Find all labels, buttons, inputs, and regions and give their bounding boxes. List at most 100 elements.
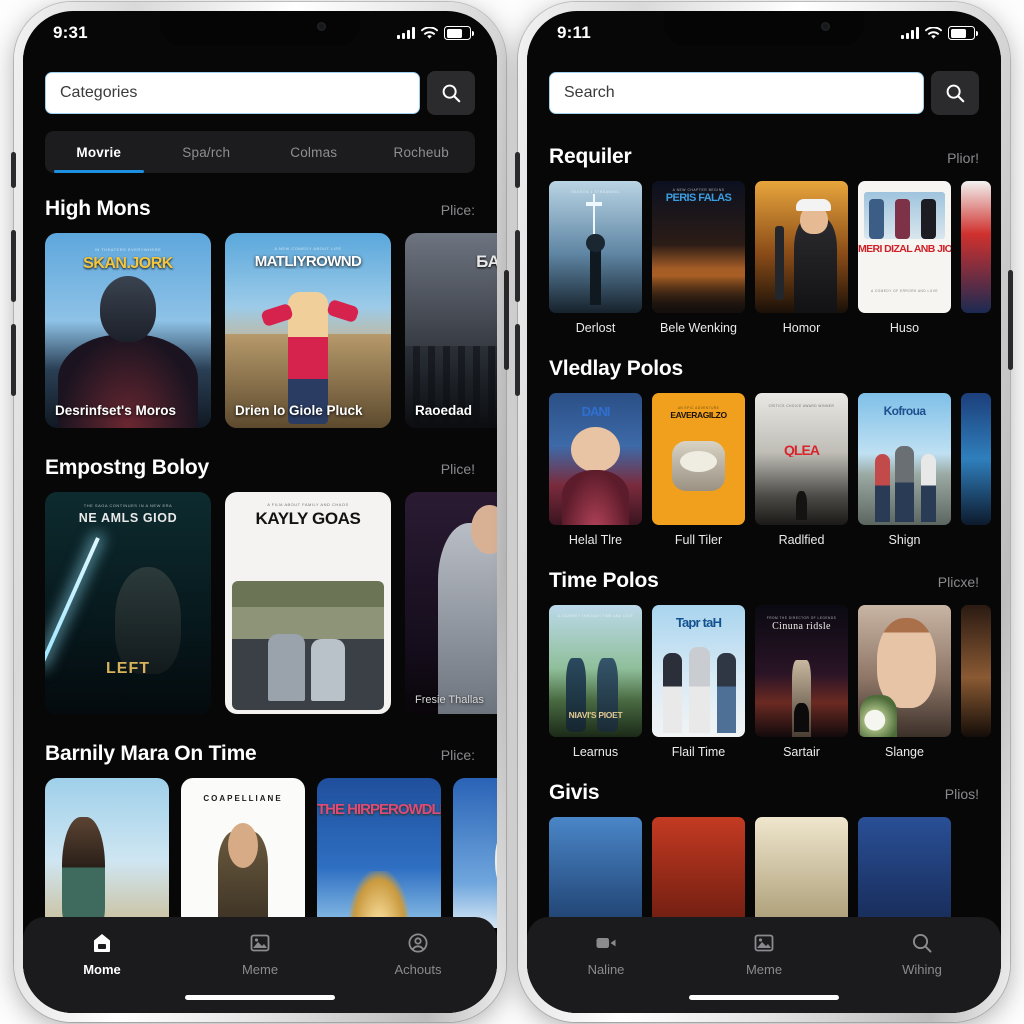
movie-label: Full Tiler <box>674 533 723 547</box>
wifi-icon <box>925 26 942 39</box>
poster-title: THE HIRPEROWDLES <box>317 802 441 817</box>
tab-search[interactable]: Spa/rch <box>153 131 261 173</box>
rail-vledlay-polos[interactable]: DANI Helal Tlre EAVERAGILZO AN EPIC ADVE… <box>527 393 1001 547</box>
poster-title: MERI DIZAL ANB JIONE <box>858 244 951 255</box>
volume-down-button-right[interactable] <box>515 324 520 396</box>
status-clock: 9:31 <box>53 23 88 42</box>
movie-card[interactable]: COAPELLIANE <box>181 778 305 928</box>
movie-card[interactable]: Fresie Thallas <box>405 492 497 714</box>
movie-card[interactable]: БА Raoedad <box>405 233 497 428</box>
movie-cell[interactable] <box>961 181 991 335</box>
silent-switch-right[interactable] <box>515 152 520 188</box>
movie-card[interactable]: THE HIRPEROWDLES <box>317 778 441 928</box>
tab-colmas[interactable]: Colmas <box>260 131 368 173</box>
section-header-givis: Givis Plios! <box>527 781 1001 805</box>
poster-title: Cinuna ridsle <box>772 622 831 633</box>
tabbar-item-mome[interactable]: Mome <box>23 931 181 977</box>
tabbar-label: Achouts <box>394 962 442 977</box>
image-icon <box>247 931 273 955</box>
rail-empostng-boloy[interactable]: NE AMLS GIOD LEFT THE SAGA CONTINUES IN … <box>23 492 497 714</box>
section-header-requiler: Requiler Plior! <box>527 145 1001 169</box>
section-header-vledlay-polos: Vledlay Polos <box>527 357 1001 381</box>
movie-cell[interactable]: DANI Helal Tlre <box>549 393 642 547</box>
volume-up-button-right[interactable] <box>515 230 520 302</box>
status-bar-left: 9:31 <box>23 11 497 55</box>
section-more-link[interactable]: Plios! <box>945 786 979 802</box>
poster-title: EAVERAGILZO <box>670 411 727 420</box>
movie-cell[interactable] <box>961 393 991 547</box>
search-row-right: Search <box>527 55 1001 115</box>
power-button-right[interactable] <box>1008 270 1013 370</box>
section-more-link[interactable]: Plice: <box>441 202 475 218</box>
movie-cell[interactable]: NIAVI'S PIOET A JOURNEY THROUGH TIME AND… <box>549 605 642 759</box>
tabbar-item-naline[interactable]: Naline <box>527 931 685 977</box>
movie-card[interactable]: MATLIYROWND A NEW COMEDY ABOUT LIFE Drie… <box>225 233 391 428</box>
tabbar-item-achouts[interactable]: Achouts <box>339 931 497 977</box>
section-title: Vledlay Polos <box>549 357 683 380</box>
poster-title: MATLIYROWND <box>254 254 362 270</box>
movie-cell[interactable]: QLEA CRITICS CHOICE AWARD WINNER Radlfie… <box>755 393 848 547</box>
rail-time-polos[interactable]: NIAVI'S PIOET A JOURNEY THROUGH TIME AND… <box>527 605 1001 759</box>
movie-cell[interactable]: Kofroua Shign <box>858 393 951 547</box>
phone-left: 9:31 Categories Movrie Spa/rch Colmas Ro… <box>11 2 509 1022</box>
volume-up-button-left[interactable] <box>11 230 16 302</box>
home-indicator-right[interactable] <box>689 994 839 1000</box>
movie-label: Huso <box>889 321 920 335</box>
phone-right: 9:11 Search Requiler Plior! SEASON 1 STR… <box>515 2 1013 1022</box>
search-button[interactable] <box>427 71 475 115</box>
power-button-left[interactable] <box>504 270 509 370</box>
tabbar-item-meme[interactable]: Meme <box>685 931 843 977</box>
movie-caption: Drien lo Giole Pluck <box>235 403 363 418</box>
section-more-link[interactable]: Plior! <box>947 150 979 166</box>
movie-card[interactable] <box>45 778 169 928</box>
signal-bars-icon <box>397 27 415 39</box>
movie-cell[interactable]: SEASON 1 STREAMING Derlost <box>549 181 642 335</box>
poster-title: Tapr taH <box>675 615 722 629</box>
app-right: Search Requiler Plior! SEASON 1 STREAMIN… <box>527 55 1001 1013</box>
rail-high-mons[interactable]: SKAN.JORK IN THEATERS EVERYWHERE Desrinf… <box>23 233 497 428</box>
movie-label: Learnus <box>572 745 619 759</box>
movie-cell[interactable]: EAVERAGILZO AN EPIC ADVENTURE Full Tiler <box>652 393 745 547</box>
movie-cell[interactable]: Slange <box>858 605 951 759</box>
volume-down-button-left[interactable] <box>11 324 16 396</box>
status-clock: 9:11 <box>557 23 591 42</box>
poster-subtitle: LEFT <box>106 660 150 677</box>
movie-cell[interactable]: Tapr taH Flail Time <box>652 605 745 759</box>
movie-label: Sartair <box>783 745 820 759</box>
status-indicators <box>397 26 474 40</box>
search-input[interactable]: Categories <box>45 72 420 114</box>
section-title: Barnily Mara On Time <box>45 742 257 765</box>
movie-cell[interactable]: Cinuna ridsle FROM THE DIRECTOR OF LEGEN… <box>755 605 848 759</box>
rail-requiler[interactable]: SEASON 1 STREAMING Derlost PERIS FALAS A… <box>527 181 1001 335</box>
screen-right: 9:11 Search Requiler Plior! SEASON 1 STR… <box>527 11 1001 1013</box>
poster-title: NIAVI'S PIOET <box>568 710 623 720</box>
poster-title: БА <box>476 252 497 270</box>
tab-movrie[interactable]: Movrie <box>45 131 153 173</box>
movie-card[interactable]: NE AMLS GIOD LEFT THE SAGA CONTINUES IN … <box>45 492 211 714</box>
category-tabs[interactable]: Movrie Spa/rch Colmas Rocheub <box>45 131 475 173</box>
search-button[interactable] <box>931 71 979 115</box>
silent-switch-left[interactable] <box>11 152 16 188</box>
screenshot-canvas: 9:31 Categories Movrie Spa/rch Colmas Ro… <box>0 0 1024 1024</box>
movie-card[interactable]: SKAN.JORK IN THEATERS EVERYWHERE Desrinf… <box>45 233 211 428</box>
movie-cell[interactable]: MERI DIZAL ANB JIONE A COMEDY OF ERRORS … <box>858 181 951 335</box>
movie-cell[interactable]: Homor <box>755 181 848 335</box>
movie-card[interactable] <box>453 778 497 928</box>
wifi-icon <box>421 26 438 39</box>
rail-barnily-mara-on-time[interactable]: COAPELLIANE THE HIRPEROWDLES <box>23 778 497 928</box>
section-header-time-polos: Time Polos Plicxe! <box>527 569 1001 593</box>
search-input[interactable]: Search <box>549 72 924 114</box>
battery-icon <box>948 26 978 40</box>
section-more-link[interactable]: Plice: <box>441 747 475 763</box>
section-more-link[interactable]: Plicxe! <box>938 574 979 590</box>
section-title: High Mons <box>45 197 151 220</box>
movie-cell[interactable]: PERIS FALAS A NEW CHAPTER BEGINS Bele We… <box>652 181 745 335</box>
movie-card[interactable]: KAYLY GOAS A FILM ABOUT FAMILY AND CHAOS <box>225 492 391 714</box>
tabbar-label: Naline <box>587 962 625 977</box>
home-indicator-left[interactable] <box>185 994 335 1000</box>
section-more-link[interactable]: Plice! <box>441 461 475 477</box>
tabbar-item-meme[interactable]: Meme <box>181 931 339 977</box>
tabbar-item-wihing[interactable]: Wihing <box>843 931 1001 977</box>
tab-rocheub[interactable]: Rocheub <box>368 131 476 173</box>
movie-cell[interactable] <box>961 605 991 759</box>
